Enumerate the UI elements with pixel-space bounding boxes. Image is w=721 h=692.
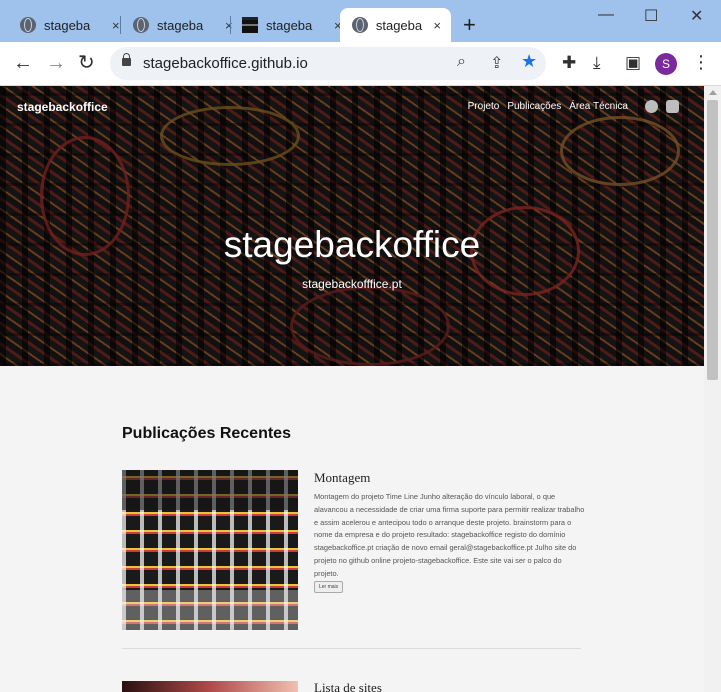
bookmark-star-icon[interactable]: ★ <box>521 51 537 72</box>
hero-title: stagebackoffice <box>223 224 481 265</box>
tab-title: stageba <box>157 17 204 33</box>
hero-subtitle: stagebackofffice.pt <box>302 277 402 291</box>
post-excerpt: Montagem do projeto Time Line Junho alte… <box>314 492 585 578</box>
globe-icon <box>133 17 149 33</box>
thumbnail-shade <box>122 470 298 510</box>
nav-link-area-tecnica[interactable]: Área Técnica <box>569 101 628 112</box>
zoom-search-icon[interactable]: ⌕ <box>457 53 466 71</box>
globe-icon <box>20 17 36 33</box>
tab-title: stageba <box>44 17 91 33</box>
url-text[interactable]: stagebackoffice.github.io <box>143 55 308 72</box>
close-window-button[interactable]: ✕ <box>690 6 703 26</box>
new-tab-button[interactable]: + <box>463 14 476 36</box>
reload-button[interactable]: ↻ <box>78 52 95 74</box>
browser-menu-icon[interactable]: ⋮ <box>692 52 710 73</box>
profile-avatar[interactable]: S <box>655 53 677 75</box>
post-thumbnail[interactable] <box>122 470 298 630</box>
post-divider <box>122 648 581 649</box>
page-viewport: stagebackoffice Projeto Publicações Área… <box>0 86 704 692</box>
nav-link-projeto[interactable]: Projeto <box>468 101 500 112</box>
site-nav: Projeto Publicações Área Técnica <box>468 101 628 112</box>
site-favicon-icon <box>242 17 258 33</box>
tab-title: stageba <box>375 17 423 33</box>
thumbnail-shade <box>122 590 298 630</box>
tab-strip: stageba × stageba × stageba × stageba × … <box>0 0 721 42</box>
post-thumbnail[interactable] <box>122 681 298 692</box>
section-title: Publicações Recentes <box>122 425 291 442</box>
browser-tab-1[interactable]: stageba × <box>0 8 130 42</box>
address-bar[interactable]: stagebackoffice.github.io ⌕ ⇪ ★ <box>110 47 546 80</box>
tab-title: stageba <box>266 17 313 33</box>
globe-icon <box>352 17 368 33</box>
hero-banner: stagebackoffice Projeto Publicações Área… <box>0 86 704 366</box>
post-title[interactable]: Montagem <box>314 470 370 486</box>
back-button[interactable]: ← <box>13 52 33 74</box>
scrollbar-thumb[interactable] <box>707 100 718 380</box>
nav-link-publicacoes[interactable]: Publicações <box>507 101 561 112</box>
share-icon[interactable]: ⇪ <box>490 53 503 73</box>
minimize-button[interactable]: — <box>598 6 614 24</box>
browser-tab-active[interactable]: stageba × <box>340 8 451 42</box>
lock-icon <box>122 53 131 66</box>
side-panel-icon[interactable]: ▣ <box>625 53 641 73</box>
download-icon[interactable]: ⤓ <box>593 53 601 73</box>
page-scrollbar[interactable] <box>704 86 721 692</box>
github-icon[interactable] <box>645 100 658 113</box>
site-brand-link[interactable]: stagebackoffice <box>17 100 108 114</box>
browser-tab-3[interactable]: stageba × <box>222 8 352 42</box>
post-title[interactable]: Lista de sites <box>314 680 382 692</box>
maximize-button[interactable]: ☐ <box>644 6 658 26</box>
extensions-icon[interactable]: ✚ <box>562 53 576 73</box>
read-more-button[interactable]: Ler mais <box>314 581 344 593</box>
forward-button[interactable]: → <box>46 52 66 74</box>
instagram-icon[interactable] <box>666 100 679 113</box>
tab-close-button[interactable]: × <box>433 18 441 33</box>
scroll-up-arrow-icon[interactable] <box>709 90 717 95</box>
browser-toolbar: ← → ↻ stagebackoffice.github.io ⌕ ⇪ ★ ✚ … <box>0 42 721 86</box>
